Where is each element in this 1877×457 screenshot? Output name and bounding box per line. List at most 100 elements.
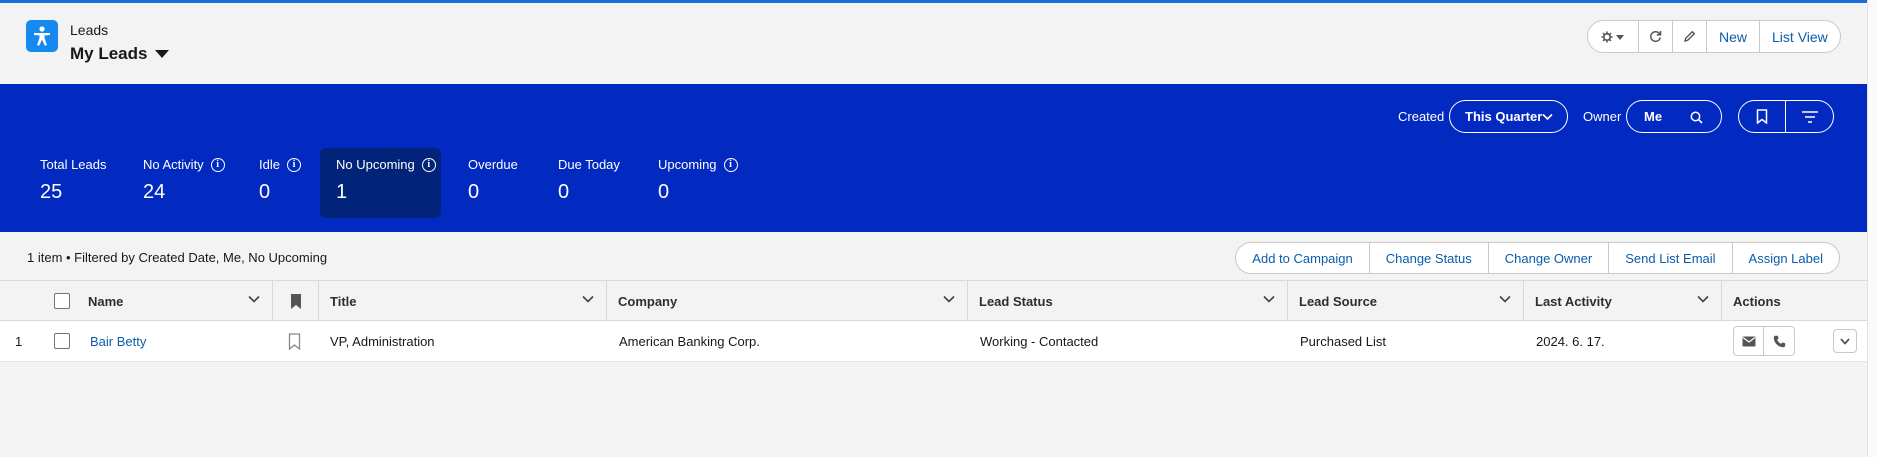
owner-filter-input[interactable]: Me xyxy=(1626,100,1722,133)
saved-views-button[interactable] xyxy=(1739,101,1786,132)
lead-title: VP, Administration xyxy=(330,333,435,349)
bookmark-icon xyxy=(1756,109,1768,124)
add-to-campaign-button[interactable]: Add to Campaign xyxy=(1236,243,1368,273)
column-header-label[interactable] xyxy=(273,281,319,321)
lead-source: Purchased List xyxy=(1300,333,1386,349)
info-icon[interactable]: i xyxy=(421,157,436,172)
created-filter-label: Created xyxy=(1398,109,1445,124)
column-header-actions: Actions xyxy=(1733,293,1781,309)
bookmark-icon xyxy=(290,293,301,309)
created-filter-value: This Quarter xyxy=(1465,109,1543,124)
email-icon xyxy=(1742,336,1755,346)
info-icon[interactable]: i xyxy=(210,157,225,172)
metric-value: 24 xyxy=(143,181,166,203)
info-icon[interactable]: i xyxy=(286,157,301,172)
metric-label: Total Leads xyxy=(40,157,107,172)
send-list-email-button[interactable]: Send List Email xyxy=(1608,243,1731,273)
change-owner-button[interactable]: Change Owner xyxy=(1487,243,1608,273)
list-view-button[interactable]: List View xyxy=(1759,21,1840,52)
metric-label: Overdue xyxy=(468,157,518,172)
chevron-down-icon xyxy=(248,295,260,303)
search-icon xyxy=(1690,111,1703,124)
column-header-last-activity[interactable]: Last Activity xyxy=(1524,281,1722,321)
lead-object-icon xyxy=(26,20,58,52)
row-bookmark[interactable] xyxy=(288,321,301,361)
refresh-icon xyxy=(1650,30,1662,43)
row-number: 1 xyxy=(15,333,23,349)
refresh-button[interactable] xyxy=(1638,21,1672,52)
object-label: Leads xyxy=(70,22,109,38)
send-email-button[interactable] xyxy=(1733,326,1764,356)
metric-upcoming[interactable]: Upcoming i 0 xyxy=(658,148,748,218)
chevron-down-icon xyxy=(1499,295,1511,303)
list-view-switcher[interactable]: My Leads xyxy=(70,44,170,64)
assign-label-button[interactable]: Assign Label xyxy=(1731,243,1839,273)
metric-label: No Activity xyxy=(143,157,204,172)
vertical-scrollbar[interactable] xyxy=(1867,0,1877,457)
row-actions-menu[interactable] xyxy=(1833,321,1857,361)
row-checkbox[interactable] xyxy=(54,333,70,349)
metric-overdue[interactable]: Overdue 0 xyxy=(468,148,538,218)
page-header: Leads My Leads New List View xyxy=(0,3,1867,84)
chevron-down-icon xyxy=(943,295,955,303)
metric-label: Idle xyxy=(259,157,280,172)
list-view-metrics-band: Created This Quarter Owner Me Total Lead… xyxy=(0,84,1867,232)
bookmark-outline-icon xyxy=(288,332,301,350)
row-quick-actions xyxy=(1733,321,1795,361)
lead-name-link[interactable]: Bair Betty xyxy=(90,321,146,361)
select-all-cell xyxy=(0,281,77,321)
column-header-name[interactable]: Name xyxy=(77,281,273,321)
row-menu-button[interactable] xyxy=(1833,329,1857,353)
change-status-button[interactable]: Change Status xyxy=(1368,243,1488,273)
table-header: Name Title Company Lead Status Lead Sour… xyxy=(0,280,1867,321)
last-activity-date: 2024. 6. 17. xyxy=(1536,333,1605,349)
pencil-icon xyxy=(1684,30,1696,42)
chevron-down-icon xyxy=(1263,295,1275,303)
chevron-down-icon xyxy=(1542,113,1553,121)
list-view-title: My Leads xyxy=(70,44,148,63)
metric-no-upcoming[interactable]: No Upcoming i 1 xyxy=(320,148,441,218)
metric-idle[interactable]: Idle i 0 xyxy=(259,148,309,218)
band-action-group xyxy=(1738,100,1834,133)
created-filter-dropdown[interactable]: This Quarter xyxy=(1449,100,1568,133)
new-button[interactable]: New xyxy=(1706,21,1759,52)
metric-value: 1 xyxy=(336,181,348,203)
metric-label: No Upcoming xyxy=(336,157,415,172)
list-toolbar: 1 item • Filtered by Created Date, Me, N… xyxy=(0,232,1867,280)
chevron-down-icon xyxy=(1697,295,1709,303)
table-row: 1 Bair Betty VP, Administration American… xyxy=(0,321,1867,362)
header-button-group: New List View xyxy=(1587,20,1841,53)
metric-no-activity[interactable]: No Activity i 24 xyxy=(143,148,243,218)
metric-value: 0 xyxy=(658,181,670,203)
list-summary: 1 item • Filtered by Created Date, Me, N… xyxy=(27,250,328,265)
log-call-button[interactable] xyxy=(1764,326,1795,356)
gear-icon xyxy=(1601,31,1624,42)
metric-value: 25 xyxy=(40,181,63,203)
chevron-down-icon xyxy=(582,295,594,303)
metric-due-today[interactable]: Due Today 0 xyxy=(558,148,638,218)
lead-status: Working - Contacted xyxy=(980,333,1099,349)
filter-lines-icon xyxy=(1801,110,1818,123)
settings-menu-button[interactable] xyxy=(1588,21,1638,52)
metric-label: Due Today xyxy=(558,157,620,172)
metric-value: 0 xyxy=(558,181,570,203)
mass-action-group: Add to Campaign Change Status Change Own… xyxy=(1235,242,1840,274)
filter-button[interactable] xyxy=(1786,101,1833,132)
owner-filter-label: Owner xyxy=(1583,109,1622,124)
column-header-lead-status[interactable]: Lead Status xyxy=(968,281,1288,321)
column-header-title[interactable]: Title xyxy=(319,281,607,321)
metric-value: 0 xyxy=(468,181,480,203)
phone-icon xyxy=(1773,335,1785,347)
info-icon[interactable]: i xyxy=(723,157,738,172)
metric-total-leads[interactable]: Total Leads 25 xyxy=(40,148,130,218)
metric-value: 0 xyxy=(259,181,271,203)
caret-down-icon xyxy=(155,50,170,58)
column-header-company[interactable]: Company xyxy=(607,281,968,321)
chevron-down-icon xyxy=(1840,337,1850,345)
lead-company: American Banking Corp. xyxy=(619,333,760,349)
column-header-lead-source[interactable]: Lead Source xyxy=(1288,281,1524,321)
select-all-checkbox[interactable] xyxy=(54,293,70,309)
owner-filter-value: Me xyxy=(1644,109,1663,124)
metric-label: Upcoming xyxy=(658,157,717,172)
edit-list-button[interactable] xyxy=(1672,21,1706,52)
